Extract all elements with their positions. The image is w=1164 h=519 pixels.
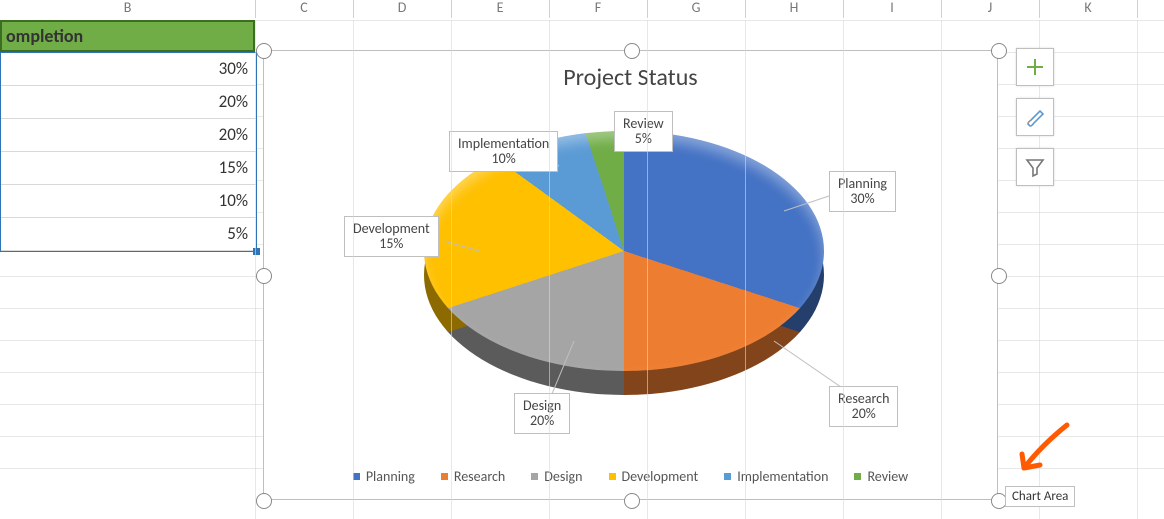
data-label-planning[interactable]: Planning30% xyxy=(829,171,896,212)
chart-styles-button[interactable] xyxy=(1016,98,1054,136)
chart-legend[interactable]: Planning Research Design Development Impleme… xyxy=(264,468,997,485)
column-b-header-cell[interactable]: ompletion xyxy=(0,20,255,52)
column-header-j[interactable]: J xyxy=(941,0,1040,18)
chart-resize-handle[interactable] xyxy=(256,43,272,59)
column-header-h[interactable]: H xyxy=(745,0,844,18)
legend-label: Research xyxy=(454,468,505,485)
chart-resize-handle[interactable] xyxy=(991,268,1007,284)
chart-area-tooltip: Chart Area xyxy=(1005,486,1075,507)
legend-item-development[interactable]: Development xyxy=(609,468,699,485)
legend-item-review[interactable]: Review xyxy=(854,468,908,485)
column-header-c[interactable]: C xyxy=(255,0,354,18)
chart-filters-button[interactable] xyxy=(1016,148,1054,186)
data-label-design[interactable]: Design20% xyxy=(514,393,570,434)
selected-data-range[interactable]: 30%20%20%15%10%5% xyxy=(0,52,257,252)
chart-title[interactable]: Project Status xyxy=(264,63,997,92)
legend-item-design[interactable]: Design xyxy=(531,468,582,485)
column-header-g[interactable]: G xyxy=(647,0,746,18)
chart-resize-handle[interactable] xyxy=(624,43,640,59)
legend-label: Planning xyxy=(366,468,415,485)
legend-item-planning[interactable]: Planning xyxy=(353,468,415,485)
cell-b6[interactable]: 10% xyxy=(1,185,256,218)
chart-elements-button[interactable] xyxy=(1016,48,1054,86)
column-header-b[interactable]: B xyxy=(0,0,256,18)
funnel-icon xyxy=(1024,156,1046,178)
column-header-i[interactable]: I xyxy=(843,0,942,18)
legend-label: Design xyxy=(544,468,582,485)
legend-item-implementation[interactable]: Implementation xyxy=(724,468,828,485)
data-label-implementation[interactable]: Implementation10% xyxy=(449,131,558,172)
cell-b7[interactable]: 5% xyxy=(1,218,256,251)
data-label-research[interactable]: Research20% xyxy=(829,386,898,427)
cell-b4[interactable]: 20% xyxy=(1,119,256,152)
data-label-development[interactable]: Development15% xyxy=(344,216,439,257)
paintbrush-icon xyxy=(1024,106,1046,128)
cell-b5[interactable]: 15% xyxy=(1,152,256,185)
column-header-d[interactable]: D xyxy=(353,0,452,18)
cell-b3[interactable]: 20% xyxy=(1,86,256,119)
chart-resize-handle[interactable] xyxy=(256,268,272,284)
chart-resize-handle[interactable] xyxy=(624,493,640,509)
cell-b2[interactable]: 30% xyxy=(1,53,256,86)
column-header-f[interactable]: F xyxy=(549,0,648,18)
legend-swatch xyxy=(531,473,538,480)
legend-swatch xyxy=(609,473,616,480)
spreadsheet-grid: ompletion 30%20%20%15%10%5% Project Stat… xyxy=(0,20,1164,519)
data-label-review[interactable]: Review5% xyxy=(614,111,673,152)
chart-object[interactable]: Project Status Planning30% Research20% D… xyxy=(263,50,998,500)
chart-resize-handle[interactable] xyxy=(256,493,272,509)
column-header-e[interactable]: E xyxy=(451,0,550,18)
legend-label: Review xyxy=(867,468,908,485)
legend-label: Development xyxy=(622,468,699,485)
column-header-k[interactable]: K xyxy=(1039,0,1138,18)
chart-resize-handle[interactable] xyxy=(991,43,1007,59)
plus-icon xyxy=(1024,56,1046,78)
legend-swatch xyxy=(724,473,731,480)
column-headers: BCDEFGHIJK xyxy=(0,0,1164,20)
legend-swatch xyxy=(441,473,448,480)
pie-plot-area[interactable]: Planning30% Research20% Design20% Develo… xyxy=(374,121,874,421)
legend-swatch xyxy=(854,473,861,480)
annotation-arrow xyxy=(1012,420,1072,485)
legend-label: Implementation xyxy=(737,468,828,485)
